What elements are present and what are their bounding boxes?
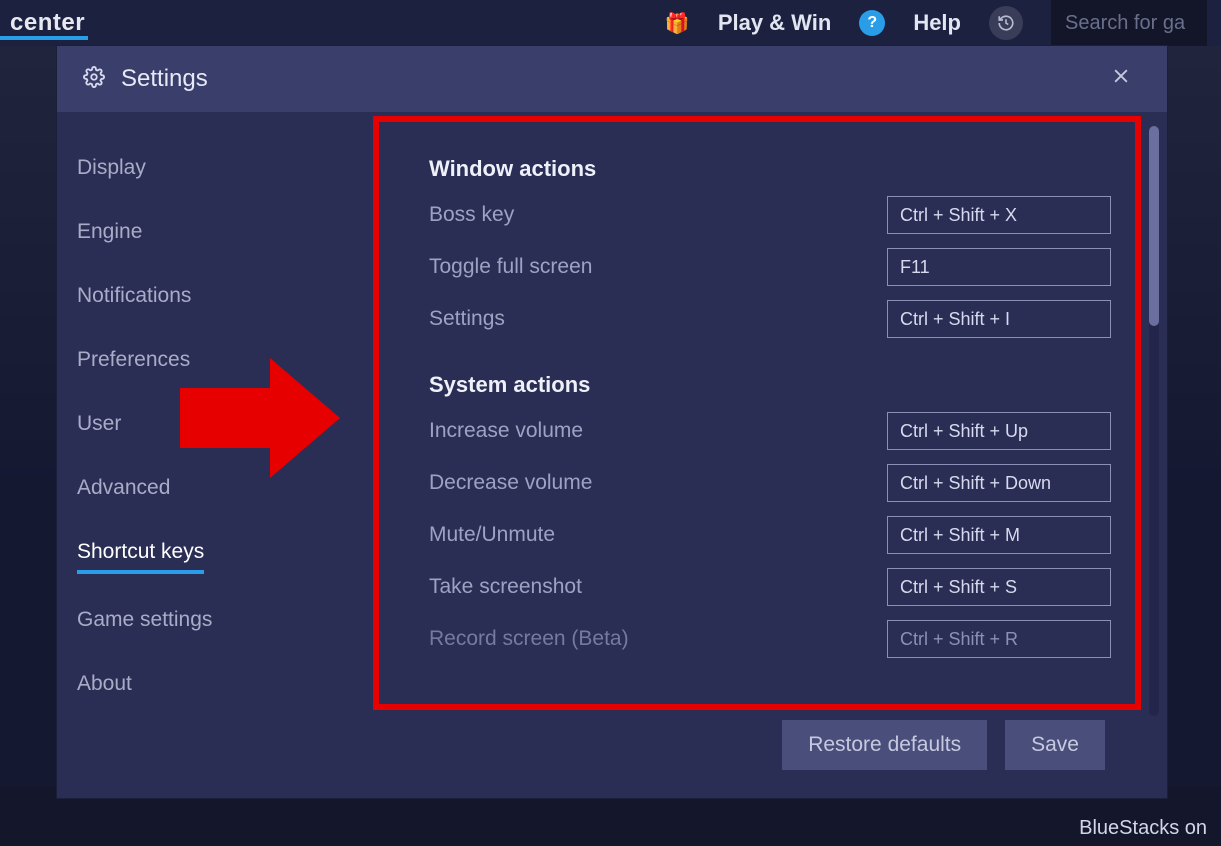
- modal-header: Settings: [57, 46, 1167, 112]
- annotation-arrow-icon: [180, 348, 340, 488]
- play-and-win-link[interactable]: Play & Win: [718, 10, 832, 36]
- shortcut-input-fullscreen[interactable]: F11: [887, 248, 1111, 286]
- app-title-fragment: center: [10, 9, 85, 37]
- shortcut-input-screenshot[interactable]: Ctrl + Shift + S: [887, 568, 1111, 606]
- close-button[interactable]: [1101, 60, 1141, 98]
- search-input[interactable]: Search for ga: [1051, 0, 1207, 46]
- row-label: Boss key: [429, 203, 514, 227]
- row-label: Take screenshot: [429, 575, 582, 599]
- footer-buttons: Restore defaults Save: [317, 710, 1141, 770]
- search-placeholder: Search for ga: [1065, 12, 1185, 35]
- shortcut-row-increase-volume: Increase volume Ctrl + Shift + Up: [429, 412, 1111, 450]
- shortcut-input-decrease-volume[interactable]: Ctrl + Shift + Down: [887, 464, 1111, 502]
- row-label: Increase volume: [429, 419, 583, 443]
- help-icon[interactable]: ?: [859, 10, 885, 36]
- highlight-box: Window actions Boss key Ctrl + Shift + X…: [373, 116, 1141, 710]
- shortcut-input-settings[interactable]: Ctrl + Shift + I: [887, 300, 1111, 338]
- scrollbar-thumb[interactable]: [1149, 126, 1159, 326]
- row-label: Record screen (Beta): [429, 627, 629, 651]
- shortcut-input-record-screen[interactable]: Ctrl + Shift + R: [887, 620, 1111, 658]
- restore-defaults-button[interactable]: Restore defaults: [782, 720, 987, 770]
- shortcut-row-mute: Mute/Unmute Ctrl + Shift + M: [429, 516, 1111, 554]
- sidebar-item-game-settings[interactable]: Game settings: [77, 588, 317, 652]
- sidebar-item-about[interactable]: About: [77, 652, 317, 716]
- settings-content: Window actions Boss key Ctrl + Shift + X…: [317, 112, 1167, 798]
- bg-left: [0, 46, 60, 786]
- section-title: Window actions: [429, 156, 1111, 182]
- sidebar-item-display[interactable]: Display: [77, 136, 317, 200]
- shortcut-input-increase-volume[interactable]: Ctrl + Shift + Up: [887, 412, 1111, 450]
- app-header: center 🎁 Play & Win ? Help Search for ga: [0, 0, 1221, 46]
- shortcut-row-decrease-volume: Decrease volume Ctrl + Shift + Down: [429, 464, 1111, 502]
- gear-icon: [83, 66, 105, 93]
- save-button[interactable]: Save: [1005, 720, 1105, 770]
- shortcut-row-boss-key: Boss key Ctrl + Shift + X: [429, 196, 1111, 234]
- sidebar-item-engine[interactable]: Engine: [77, 200, 317, 264]
- bg-right: [1161, 46, 1221, 786]
- bg-footer-text: BlueStacks on: [1079, 817, 1207, 840]
- sidebar-item-notifications[interactable]: Notifications: [77, 264, 317, 328]
- section-title: System actions: [429, 372, 1111, 398]
- help-link[interactable]: Help: [913, 10, 961, 36]
- section-system-actions: System actions Increase volume Ctrl + Sh…: [429, 372, 1111, 658]
- row-label: Mute/Unmute: [429, 523, 555, 547]
- shortcut-row-record-screen: Record screen (Beta) Ctrl + Shift + R: [429, 620, 1111, 658]
- row-label: Decrease volume: [429, 471, 592, 495]
- row-label: Toggle full screen: [429, 255, 592, 279]
- header-underline: [0, 36, 88, 40]
- sidebar-item-shortcut-keys[interactable]: Shortcut keys: [77, 520, 204, 574]
- history-icon[interactable]: [989, 6, 1023, 40]
- shortcut-row-settings: Settings Ctrl + Shift + I: [429, 300, 1111, 338]
- shortcut-row-fullscreen: Toggle full screen F11: [429, 248, 1111, 286]
- shortcut-input-boss-key[interactable]: Ctrl + Shift + X: [887, 196, 1111, 234]
- section-window-actions: Window actions Boss key Ctrl + Shift + X…: [429, 156, 1111, 338]
- row-label: Settings: [429, 307, 505, 331]
- gift-icon: 🎁: [665, 11, 690, 36]
- shortcut-row-screenshot: Take screenshot Ctrl + Shift + S: [429, 568, 1111, 606]
- shortcut-input-mute[interactable]: Ctrl + Shift + M: [887, 516, 1111, 554]
- modal-title: Settings: [121, 65, 208, 93]
